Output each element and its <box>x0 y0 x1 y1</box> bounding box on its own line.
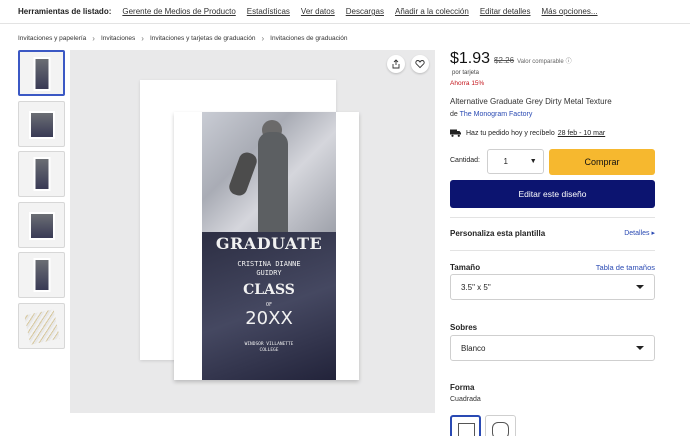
card-class-word: CLASS <box>243 282 295 298</box>
toolbar-link-media-manager[interactable]: Gerente de Medios de Producto <box>122 7 235 16</box>
info-icon[interactable]: ⓘ <box>566 56 572 65</box>
favorite-button[interactable] <box>411 55 429 73</box>
invitation-card: GRADUATE CRISTINA DIANNE GUIDRY CLASS OF… <box>174 112 359 380</box>
card-name-line: GUIDRY <box>256 269 282 277</box>
share-icon <box>392 59 400 69</box>
details-link[interactable]: Detalles ▸ <box>624 229 655 237</box>
divider <box>450 250 655 251</box>
shipping-date-link[interactable]: 28 feb - 10 mar <box>558 130 605 137</box>
quantity-select[interactable]: 1 ▼ <box>487 149 544 174</box>
toolbar-link-edit-details[interactable]: Editar detalles <box>480 7 531 16</box>
card-college: WINDSOR VILLANETTE COLLEGE <box>202 342 336 354</box>
listing-toolbar: Herramientas de listado: Gerente de Medi… <box>0 0 690 24</box>
designer-link[interactable]: The Monogram Factory <box>460 111 533 118</box>
toolbar-link-downloads[interactable]: Descargas <box>346 7 384 16</box>
toolbar-link-view-data[interactable]: Ver datos <box>301 7 335 16</box>
product-title: Alternative Graduate Grey Dirty Metal Te… <box>450 97 612 106</box>
card-year: 20XX <box>245 308 293 329</box>
thumbnail-detail[interactable] <box>18 151 65 197</box>
product-details-panel: $1.93 $2.26 Valor comparable ⓘ por tarje… <box>450 50 655 436</box>
quantity-value: 1 <box>503 157 508 166</box>
size-label: Tamaño <box>450 263 481 272</box>
savings-label: Ahorra 15% <box>450 80 485 87</box>
shipping-estimate: Haz tu pedido hoy y recíbelo 28 feb - 10… <box>450 129 605 137</box>
product-preview[interactable]: GRADUATE CRISTINA DIANNE GUIDRY CLASS OF… <box>70 50 435 413</box>
toolbar-link-more-options[interactable]: Más opciones... <box>542 7 598 16</box>
price: $1.93 <box>450 50 491 67</box>
shape-option-square[interactable] <box>450 415 481 436</box>
size-chart-link[interactable]: Tabla de tamaños <box>596 263 655 272</box>
price-unit: por tarjeta <box>452 70 480 76</box>
chevron-right-icon: › <box>141 34 144 43</box>
edit-design-button[interactable]: Editar este diseño <box>450 180 655 208</box>
graduate-photo <box>202 112 336 232</box>
chevron-right-icon: ▸ <box>651 230 655 237</box>
price-row: $1.93 $2.26 Valor comparable ⓘ <box>450 50 655 68</box>
card-college-line: COLLEGE <box>259 348 279 353</box>
divider <box>450 217 655 218</box>
caret-down-icon <box>636 346 644 350</box>
breadcrumb-item[interactable]: Invitaciones y papelería <box>18 35 86 42</box>
thumbnail-envelope[interactable] <box>18 201 65 248</box>
breadcrumb-item[interactable]: Invitaciones y tarjetas de graduación <box>150 35 256 42</box>
toolbar-link-add-collection[interactable]: Añadir a la colección <box>395 7 469 16</box>
square-shape-icon <box>458 423 475 436</box>
thumbnail-back[interactable] <box>18 100 65 147</box>
envelope-select[interactable]: Blanco <box>450 335 655 361</box>
shape-value: Cuadrada <box>450 396 481 403</box>
truck-icon <box>450 129 461 137</box>
details-label: Detalles <box>624 230 650 237</box>
card-graduate-name: CRISTINA DIANNE GUIDRY <box>202 260 336 278</box>
price-original: $2.26 <box>494 56 515 65</box>
size-value: 3.5" x 5" <box>461 282 491 292</box>
size-select[interactable]: 3.5" x 5" <box>450 274 655 300</box>
breadcrumb-item[interactable]: Invitaciones <box>101 35 135 42</box>
thumbnail-paper-stack[interactable] <box>18 302 65 349</box>
card-design-strip: GRADUATE CRISTINA DIANNE GUIDRY CLASS OF… <box>202 112 336 380</box>
thumbnail-closeup[interactable] <box>18 252 65 298</box>
buy-button[interactable]: Comprar <box>549 149 655 175</box>
share-button[interactable] <box>387 55 405 73</box>
chevron-right-icon: › <box>92 34 95 43</box>
toolbar-link-stats[interactable]: Estadísticas <box>247 7 290 16</box>
quantity-label: Cantidad: <box>450 157 480 164</box>
card-title: GRADUATE <box>215 234 323 253</box>
heart-icon <box>415 60 425 69</box>
breadcrumb: Invitaciones y papelería › Invitaciones … <box>18 34 348 43</box>
chevron-right-icon: › <box>261 34 265 43</box>
thumbnail-front[interactable] <box>18 50 65 96</box>
by-label: de <box>450 111 458 118</box>
compare-value-label: Valor comparable <box>517 59 564 65</box>
designer-line: de The Monogram Factory <box>450 111 532 118</box>
thumbnail-strip <box>18 50 65 353</box>
card-name-line: CRISTINA DIANNE <box>237 260 301 268</box>
shape-label: Forma <box>450 383 475 392</box>
caret-down-icon <box>636 285 644 289</box>
personalize-title: Personaliza esta plantilla <box>450 229 546 238</box>
toolbar-label: Herramientas de listado: <box>18 7 112 16</box>
rounded-shape-icon <box>492 422 509 436</box>
caret-down-icon: ▼ <box>529 158 537 165</box>
envelope-label: Sobres <box>450 323 478 332</box>
breadcrumb-item[interactable]: Invitaciones de graduación <box>270 35 347 42</box>
shape-option-rounded[interactable] <box>485 415 516 436</box>
envelope-value: Blanco <box>461 343 486 353</box>
shipping-text: Haz tu pedido hoy y recíbelo <box>466 129 555 137</box>
